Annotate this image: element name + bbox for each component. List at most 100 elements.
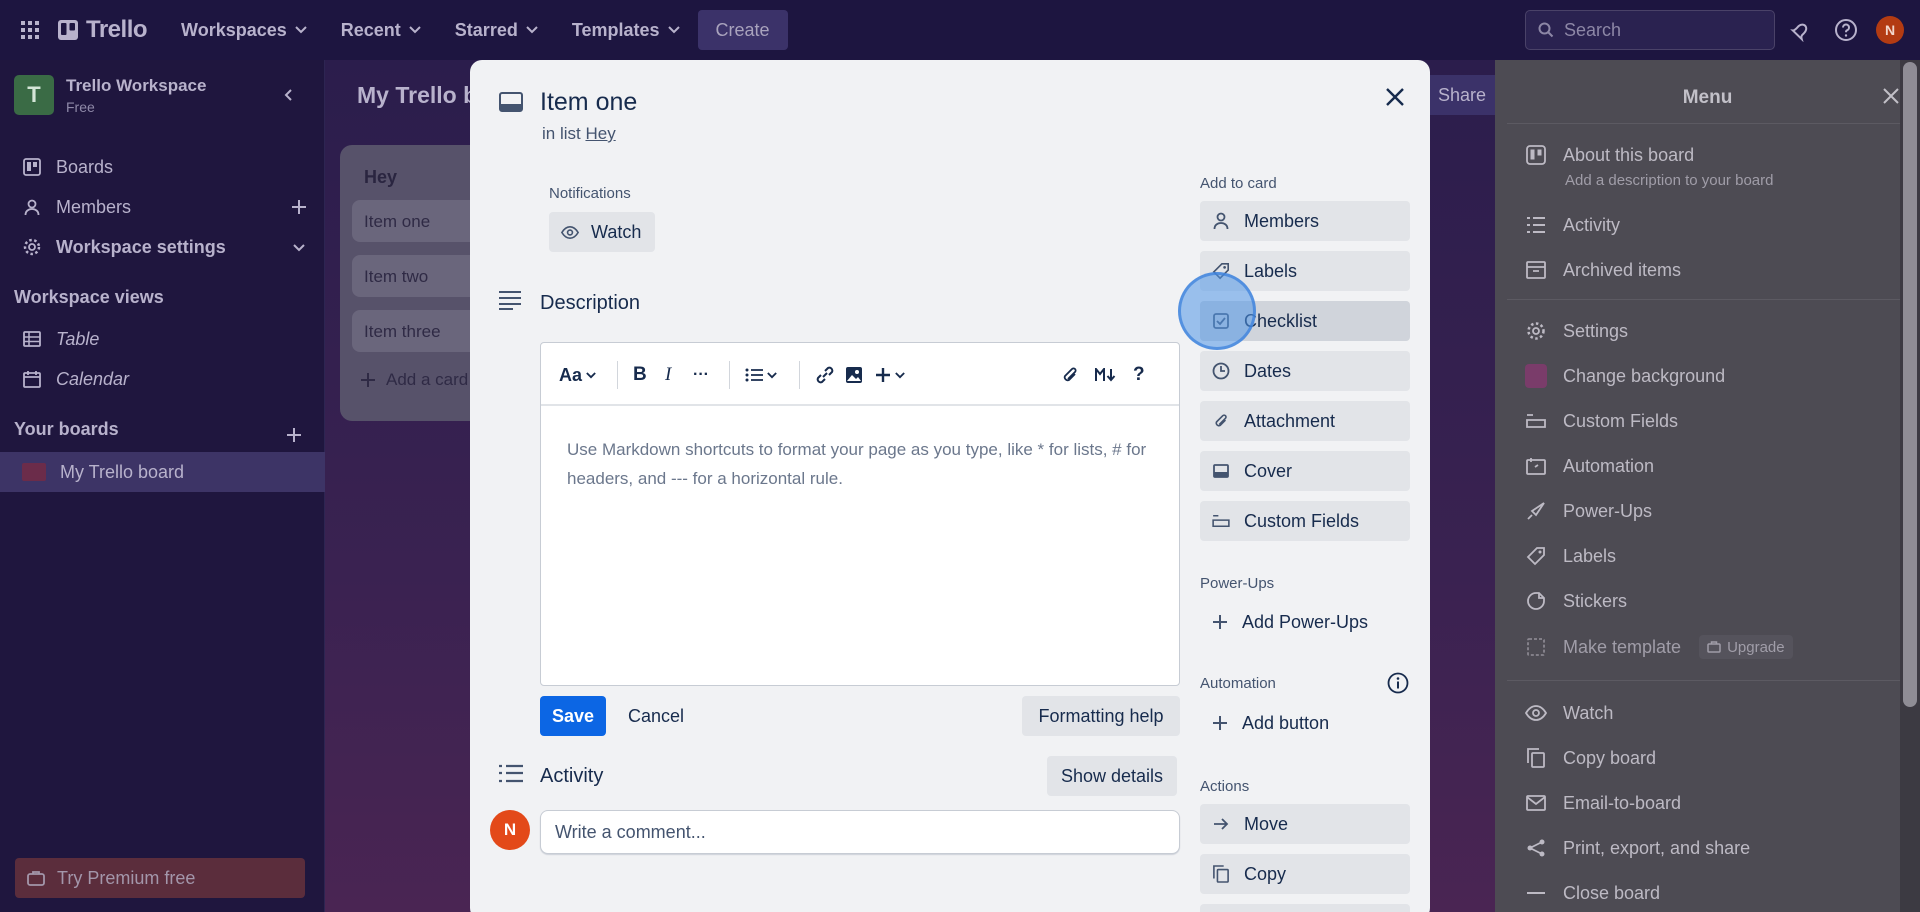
menu-item-stickers[interactable]: Stickers [1525, 590, 1627, 612]
dates-button[interactable]: Dates [1200, 351, 1410, 391]
add-board-icon[interactable] [284, 415, 324, 455]
add-card-button[interactable]: Add a card [360, 370, 468, 390]
formatting-help-button[interactable]: Formatting help [1022, 696, 1180, 736]
person-icon [22, 197, 42, 217]
copy-icon [1212, 865, 1230, 883]
menu-item-copy-board[interactable]: Copy board [1525, 747, 1656, 769]
add-automation-button[interactable]: Add button [1200, 703, 1329, 743]
share-button[interactable]: Share [1420, 75, 1500, 115]
attachment-icon[interactable] [1061, 362, 1079, 388]
card-title[interactable]: Item one [540, 88, 637, 117]
chevron-down-icon [586, 371, 596, 378]
sidebar-item-workspace-settings[interactable]: Workspace settings [0, 227, 325, 267]
sidebar-item-boards[interactable]: Boards [0, 147, 325, 187]
chevron-down-icon [289, 237, 309, 257]
list-dropdown[interactable] [745, 362, 777, 388]
more-actions-button[interactable] [1200, 904, 1410, 912]
card-list-info: in list Hey [542, 124, 616, 143]
cover-icon [1212, 462, 1230, 480]
editor-help-button[interactable]: ? [1133, 362, 1145, 388]
nav-starred[interactable]: Starred [447, 11, 546, 49]
info-icon[interactable] [1387, 672, 1409, 694]
add-member-icon[interactable] [289, 197, 309, 217]
bold-button[interactable]: B [633, 362, 647, 388]
italic-button[interactable]: I [665, 362, 671, 388]
watch-button[interactable]: Watch [549, 212, 655, 252]
link-icon[interactable] [815, 362, 835, 388]
board-menu-panel: Menu About this board Add a description … [1495, 60, 1920, 912]
close-icon[interactable] [1382, 84, 1408, 110]
menu-item-about-this-board[interactable]: About this board [1525, 144, 1694, 166]
menu-item-close-board[interactable]: Close board [1525, 882, 1660, 904]
workspace-name: Trello Workspace [66, 75, 207, 95]
sidebar-item-calendar[interactable]: Calendar [0, 359, 325, 399]
menu-item-settings[interactable]: Settings [1525, 320, 1628, 342]
sidebar-item-members[interactable]: Members [0, 187, 325, 227]
create-button[interactable]: Create [697, 10, 788, 50]
avatar: N [490, 810, 530, 850]
list-link[interactable]: Hey [585, 124, 615, 143]
workspace-views-heading: Workspace views [14, 287, 164, 307]
cover-button[interactable]: Cover [1200, 451, 1410, 491]
menu-item-labels[interactable]: Labels [1525, 545, 1616, 567]
notifications-icon[interactable] [1788, 18, 1812, 42]
custom-fields-button[interactable]: Custom Fields [1200, 501, 1410, 541]
nav-recent[interactable]: Recent [333, 11, 429, 49]
user-avatar[interactable]: N [1876, 16, 1904, 44]
insert-dropdown[interactable] [875, 362, 905, 388]
description-editor[interactable]: Aa B I ··· ? Use Markdown shortcuts to f… [540, 342, 1180, 686]
image-icon[interactable] [845, 362, 863, 388]
comment-input[interactable] [540, 810, 1180, 854]
sidebar-board-my-trello-board[interactable]: My Trello board [0, 452, 325, 492]
members-button[interactable]: Members [1200, 201, 1410, 241]
menu-item-print-export-share[interactable]: Print, export, and share [1525, 837, 1750, 859]
board-title[interactable]: My Trello board [357, 82, 487, 109]
move-button[interactable]: Move [1200, 804, 1410, 844]
your-boards-heading: Your boards [14, 419, 119, 439]
save-button[interactable]: Save [540, 696, 606, 736]
try-premium-button[interactable]: Try Premium free [15, 858, 305, 898]
copy-button[interactable]: Copy [1200, 854, 1410, 894]
menu-item-archived-items[interactable]: Archived items [1525, 259, 1681, 281]
chevron-down-icon [767, 371, 777, 378]
upgrade-badge[interactable]: Upgrade [1699, 635, 1793, 659]
page-scrollbar-thumb[interactable] [1903, 62, 1917, 707]
text-style-dropdown[interactable]: Aa [559, 362, 596, 388]
show-details-button[interactable]: Show details [1047, 756, 1177, 796]
add-power-ups-button[interactable]: Add Power-Ups [1200, 602, 1368, 642]
list-title[interactable]: Hey [364, 167, 397, 188]
collapse-sidebar-icon[interactable] [278, 84, 300, 106]
divider [1507, 680, 1907, 681]
cancel-button[interactable]: Cancel [628, 696, 684, 736]
chevron-down-icon [895, 371, 905, 378]
search-input[interactable]: Search [1525, 10, 1775, 50]
markdown-icon[interactable] [1095, 362, 1117, 388]
table-icon [22, 329, 42, 349]
divider [799, 361, 800, 389]
chevron-down-icon [667, 26, 680, 34]
menu-item-email-to-board[interactable]: Email-to-board [1525, 792, 1681, 814]
menu-item-activity[interactable]: Activity [1525, 214, 1620, 236]
menu-item-power-ups[interactable]: Power-Ups [1525, 500, 1652, 522]
menu-item-watch[interactable]: Watch [1525, 702, 1613, 724]
nav-workspaces[interactable]: Workspaces [173, 11, 315, 49]
workspace-header[interactable]: T Trello Workspace Free [14, 75, 206, 115]
more-formatting-button[interactable]: ··· [693, 362, 709, 388]
close-icon[interactable] [1881, 86, 1901, 106]
sidebar-item-table[interactable]: Table [0, 319, 325, 359]
help-icon[interactable] [1834, 18, 1858, 42]
nav-templates[interactable]: Templates [564, 11, 688, 49]
notifications-label: Notifications [549, 185, 631, 202]
menu-item-custom-fields[interactable]: Custom Fields [1525, 410, 1678, 432]
menu-item-automation[interactable]: Automation [1525, 455, 1654, 477]
divider [1507, 299, 1907, 300]
trello-logo[interactable]: Trello [58, 16, 148, 44]
app-switcher-icon[interactable] [16, 16, 44, 44]
divider [1507, 123, 1907, 124]
menu-item-make-template[interactable]: Make template Upgrade [1525, 635, 1793, 659]
menu-item-change-background[interactable]: Change background [1525, 364, 1725, 388]
brand-name: Trello [86, 16, 148, 43]
premium-icon [27, 871, 45, 886]
divider [729, 361, 730, 389]
attachment-button[interactable]: Attachment [1200, 401, 1410, 441]
